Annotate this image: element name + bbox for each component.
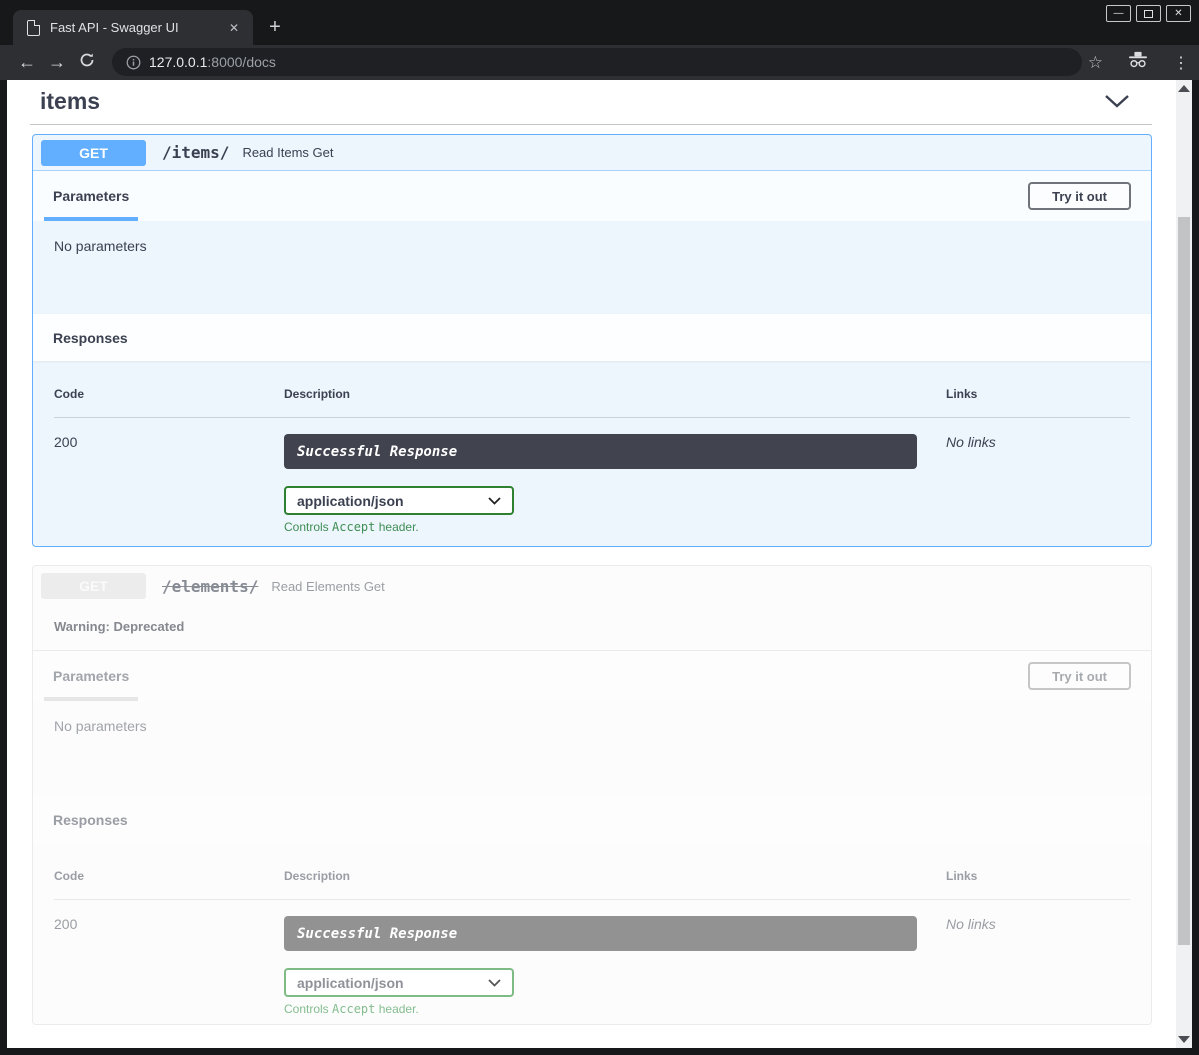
- deprecated-warning: Warning: Deprecated: [33, 606, 1151, 651]
- api-section-title: items: [40, 88, 100, 115]
- page-scrollbar[interactable]: [1176, 80, 1192, 1048]
- scroll-up-arrow-icon[interactable]: [1178, 85, 1190, 92]
- no-parameters-text: No parameters: [33, 221, 1151, 314]
- opblock-summary[interactable]: GET /items/ Read Items Get: [33, 135, 1151, 171]
- section-divider: [30, 124, 1152, 125]
- responses-table: Code Description Links 200 Successful Re…: [33, 843, 1151, 1025]
- column-header-links: Links: [946, 869, 1130, 883]
- response-code: 200: [54, 434, 284, 534]
- column-header-links: Links: [946, 387, 1130, 401]
- operation-summary-text: Read Elements Get: [271, 579, 384, 594]
- response-links: No links: [946, 916, 1130, 1016]
- response-description: Successful Response: [284, 916, 917, 951]
- column-header-description: Description: [284, 869, 946, 883]
- opblock-summary[interactable]: GET /elements/ Read Elements Get: [33, 566, 1151, 606]
- tab-parameters[interactable]: Parameters: [44, 171, 138, 221]
- column-header-description: Description: [284, 387, 946, 401]
- parameters-tab-row: Parameters Try it out: [33, 651, 1151, 701]
- column-header-code: Code: [54, 387, 284, 401]
- responses-header: Responses: [33, 314, 1151, 361]
- maximize-button[interactable]: [1136, 5, 1161, 22]
- opblock-get-items: GET /items/ Read Items Get Parameters Tr…: [32, 134, 1152, 547]
- back-icon[interactable]: ←: [12, 52, 42, 73]
- parameters-tab-row: Parameters Try it out: [33, 171, 1151, 221]
- method-badge: GET: [41, 140, 146, 166]
- response-row: 200 Successful Response application/json…: [54, 900, 1130, 1016]
- scroll-down-arrow-icon[interactable]: [1178, 1036, 1190, 1043]
- maximize-icon: [1144, 10, 1153, 18]
- refresh-icon[interactable]: [72, 52, 102, 73]
- select-chevron-icon: [488, 979, 501, 987]
- minimize-button[interactable]: —: [1106, 5, 1131, 22]
- response-description: Successful Response: [284, 434, 917, 469]
- titlebar: Fast API - Swagger UI ✕ + — ✕: [0, 0, 1199, 45]
- responses-header: Responses: [33, 796, 1151, 843]
- tab-close-icon[interactable]: ✕: [225, 19, 243, 37]
- try-it-out-button[interactable]: Try it out: [1028, 182, 1131, 210]
- select-chevron-icon: [488, 497, 501, 505]
- close-button[interactable]: ✕: [1166, 5, 1191, 22]
- opblock-get-elements-deprecated: GET /elements/ Read Elements Get Warning…: [32, 565, 1152, 1025]
- bookmark-star-icon[interactable]: ☆: [1088, 53, 1103, 73]
- browser-tab[interactable]: Fast API - Swagger UI ✕: [13, 10, 253, 45]
- column-header-code: Code: [54, 869, 284, 883]
- address-bar[interactable]: 127.0.0.1 :8000/docs: [112, 48, 1082, 76]
- window-frame: [0, 1048, 1199, 1055]
- operation-path: /elements/: [162, 577, 258, 596]
- media-type-select[interactable]: application/json: [284, 486, 514, 515]
- info-icon[interactable]: [126, 55, 141, 70]
- tab-parameters[interactable]: Parameters: [44, 651, 138, 701]
- browser-window: Fast API - Swagger UI ✕ + — ✕ ← → 127.0.…: [0, 0, 1199, 1055]
- tab-title: Fast API - Swagger UI: [50, 20, 225, 35]
- url-host: 127.0.0.1: [149, 54, 207, 70]
- accept-header-note: Controls Accept header.: [284, 1002, 946, 1016]
- method-badge: GET: [41, 573, 146, 599]
- scrollbar-thumb[interactable]: [1178, 217, 1190, 945]
- new-tab-button[interactable]: +: [262, 14, 288, 40]
- browser-toolbar: ← → 127.0.0.1 :8000/docs ☆: [0, 45, 1199, 80]
- media-type-value: application/json: [297, 975, 404, 991]
- section-collapse-chevron-icon[interactable]: [1104, 94, 1130, 114]
- responses-table: Code Description Links 200 Successful Re…: [33, 361, 1151, 546]
- media-type-select[interactable]: application/json: [284, 968, 514, 997]
- browser-menu-icon[interactable]: ⋮: [1173, 53, 1189, 73]
- forward-icon[interactable]: →: [42, 52, 72, 73]
- operation-path: /items/: [162, 143, 229, 162]
- response-links: No links: [946, 434, 1130, 534]
- operation-summary-text: Read Items Get: [242, 145, 333, 160]
- media-type-value: application/json: [297, 493, 404, 509]
- page-icon: [27, 20, 40, 36]
- try-it-out-button[interactable]: Try it out: [1028, 662, 1131, 690]
- incognito-icon: [1127, 51, 1149, 74]
- no-parameters-text: No parameters: [33, 701, 1151, 796]
- url-path: :8000/docs: [207, 54, 276, 70]
- accept-header-note: Controls Accept header.: [284, 520, 946, 534]
- response-code: 200: [54, 916, 284, 1016]
- response-row: 200 Successful Response application/json…: [54, 418, 1130, 534]
- swagger-page: items GET /items/ Read Items Get Paramet…: [7, 80, 1176, 1048]
